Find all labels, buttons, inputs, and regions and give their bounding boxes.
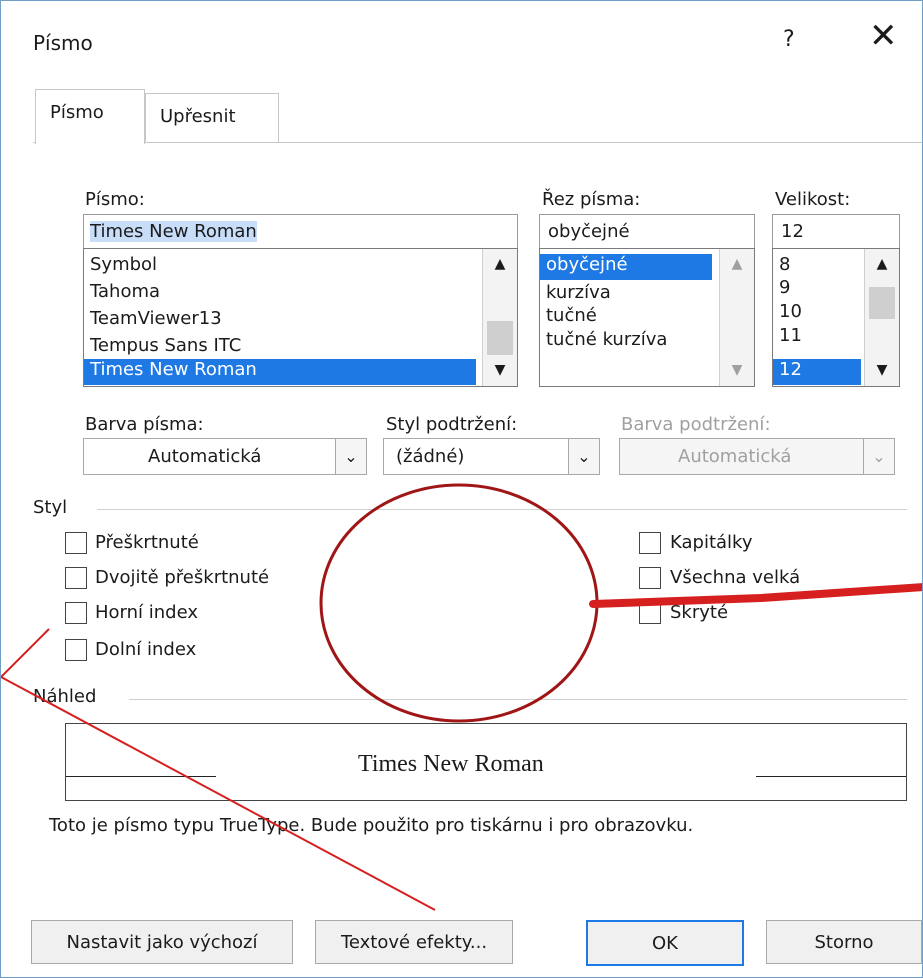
scroll-down-icon[interactable]: ▼ xyxy=(720,363,754,377)
underline-style-label: Styl podtržení: xyxy=(386,414,518,435)
all-caps-checkbox[interactable] xyxy=(639,567,661,589)
style-input[interactable]: obyčejné xyxy=(539,214,755,249)
font-list-item-selected[interactable]: Times New Roman xyxy=(84,359,476,385)
chevron-down-icon[interactable]: ⌄ xyxy=(335,439,366,474)
font-list-item[interactable]: Symbol xyxy=(90,254,157,275)
strikethrough-checkbox[interactable] xyxy=(65,532,87,554)
tab-font[interactable]: Písmo xyxy=(35,89,145,144)
subscript-label: Dolní index xyxy=(95,639,197,660)
preview-baseline-left xyxy=(66,776,216,777)
tab-panel-divider xyxy=(33,142,922,143)
underline-style-dropdown[interactable]: (žádné) ⌄ xyxy=(383,438,600,475)
style-list-item-selected[interactable]: obyčejné xyxy=(540,254,712,280)
scroll-up-icon[interactable]: ▲ xyxy=(865,257,899,271)
size-list-scrollbar[interactable]: ▲ ▼ xyxy=(864,249,899,386)
tab-advanced-label: Upřesnit xyxy=(160,106,236,127)
scroll-thumb[interactable] xyxy=(869,287,895,319)
close-icon[interactable]: ✕ xyxy=(869,19,898,53)
style-input-value: obyčejné xyxy=(548,221,630,242)
font-color-dropdown[interactable]: Automatická ⌄ xyxy=(83,438,367,475)
font-list[interactable]: Symbol Tahoma TeamViewer13 Tempus Sans I… xyxy=(83,248,518,387)
font-list-item[interactable]: TeamViewer13 xyxy=(90,308,222,329)
preview-baseline-right xyxy=(756,776,906,777)
underline-color-dropdown: Automatická ⌄ xyxy=(619,438,895,475)
font-label: Písmo: xyxy=(85,189,145,210)
small-caps-checkbox[interactable] xyxy=(639,532,661,554)
size-list-item-selected[interactable]: 12 xyxy=(773,359,861,385)
scroll-up-icon[interactable]: ▲ xyxy=(483,257,517,271)
size-list-item[interactable]: 10 xyxy=(779,301,802,322)
preview-group-label: Náhled xyxy=(33,686,97,707)
font-input-value: Times New Roman xyxy=(90,221,257,242)
underline-color-value: Automatická xyxy=(678,446,792,467)
underline-style-value: (žádné) xyxy=(396,446,465,467)
font-list-item[interactable]: Tempus Sans ITC xyxy=(90,335,241,356)
effects-divider xyxy=(97,509,907,510)
help-icon[interactable]: ? xyxy=(783,27,795,52)
superscript-checkbox[interactable] xyxy=(65,602,87,624)
annotation-pointer-left xyxy=(1,628,50,678)
annotation-circle xyxy=(319,483,599,723)
superscript-label: Horní index xyxy=(95,602,199,623)
font-list-scrollbar[interactable]: ▲ ▼ xyxy=(482,249,517,386)
style-list-item[interactable]: kurzíva xyxy=(546,282,611,303)
scroll-down-icon[interactable]: ▼ xyxy=(483,363,517,377)
small-caps-label: Kapitálky xyxy=(670,532,753,553)
subscript-checkbox[interactable] xyxy=(65,639,87,661)
size-list[interactable]: 8 9 10 11 12 ▲ ▼ xyxy=(772,248,900,387)
font-list-item[interactable]: Tahoma xyxy=(90,281,160,302)
style-list-item[interactable]: tučné kurzíva xyxy=(546,329,667,350)
preview-description: Toto je písmo typu TrueType. Bude použit… xyxy=(49,815,694,836)
double-strikethrough-checkbox[interactable] xyxy=(65,567,87,589)
style-list[interactable]: obyčejné kurzíva tučné tučné kurzíva ▲ ▼ xyxy=(539,248,755,387)
scroll-up-icon[interactable]: ▲ xyxy=(720,257,754,271)
text-effects-button[interactable]: Textové efekty... xyxy=(315,920,513,964)
font-dialog: Písmo ? ✕ Upřesnit Písmo Písmo: Times Ne… xyxy=(0,0,923,978)
size-label: Velikost: xyxy=(775,189,851,210)
chevron-down-icon: ⌄ xyxy=(863,439,894,474)
preview-sample: Times New Roman xyxy=(358,751,544,777)
style-label: Řez písma: xyxy=(542,189,641,210)
dialog-title: Písmo xyxy=(33,31,93,55)
scroll-down-icon[interactable]: ▼ xyxy=(865,363,899,377)
size-list-item[interactable]: 9 xyxy=(779,277,790,298)
font-color-value: Automatická xyxy=(148,446,262,467)
effects-group-label: Styl xyxy=(33,497,68,518)
font-color-label: Barva písma: xyxy=(85,414,204,435)
preview-divider xyxy=(129,699,907,700)
size-input[interactable]: 12 xyxy=(772,214,900,249)
ok-button[interactable]: OK xyxy=(586,920,744,966)
font-input[interactable]: Times New Roman xyxy=(83,214,518,249)
style-list-scrollbar[interactable]: ▲ ▼ xyxy=(719,249,754,386)
hidden-checkbox[interactable] xyxy=(639,602,661,624)
tab-advanced[interactable]: Upřesnit xyxy=(145,93,279,142)
size-list-item[interactable]: 8 xyxy=(779,254,790,275)
size-input-value: 12 xyxy=(781,221,804,242)
cancel-button[interactable]: Storno xyxy=(766,920,922,964)
double-strikethrough-label: Dvojitě přeškrtnuté xyxy=(95,567,270,588)
tab-font-label: Písmo xyxy=(50,102,104,123)
underline-color-label: Barva podtržení: xyxy=(621,414,771,435)
scroll-thumb[interactable] xyxy=(487,321,513,355)
style-list-item[interactable]: tučné xyxy=(546,305,597,326)
set-default-button[interactable]: Nastavit jako výchozí xyxy=(31,920,293,964)
all-caps-label: Všechna velká xyxy=(670,567,801,588)
preview-box: Times New Roman xyxy=(65,723,907,801)
strikethrough-label: Přeškrtnuté xyxy=(95,532,199,553)
hidden-label: Skryté xyxy=(670,602,729,623)
size-list-item[interactable]: 11 xyxy=(779,325,802,346)
chevron-down-icon[interactable]: ⌄ xyxy=(568,439,599,474)
